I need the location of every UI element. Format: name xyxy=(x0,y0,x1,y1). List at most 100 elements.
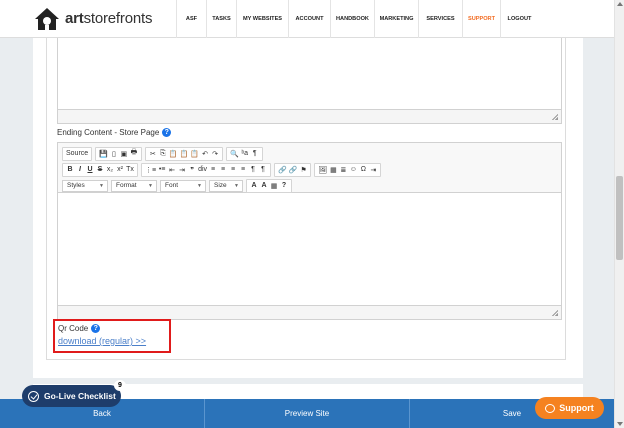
toolbar-button[interactable]: 🔗 xyxy=(288,164,299,176)
nav-item-account[interactable]: ACCOUNT xyxy=(288,0,330,38)
toolbar-button[interactable]: 📋 xyxy=(189,148,200,160)
checklist-count-badge: 9 xyxy=(114,380,126,391)
nav-item-marketing[interactable]: MARKETING xyxy=(374,0,418,38)
nav-item-asf[interactable]: ASF xyxy=(176,0,206,38)
toolbar-button[interactable]: ⋮≡ xyxy=(144,164,157,176)
toolbar-button[interactable]: ≡ xyxy=(238,164,248,176)
toolbar-group: 🖼 ▦ ≣ ☺ Ω ⇥ xyxy=(314,162,382,177)
toolbar-button[interactable]: ▯ xyxy=(109,148,119,160)
site-logo[interactable]: artstorefronts xyxy=(34,7,152,31)
toolbar-button[interactable]: ▦ xyxy=(328,164,338,176)
toolbar-button[interactable]: 🔗 xyxy=(277,164,288,176)
resize-handle-icon[interactable] xyxy=(552,310,558,316)
toolbar-button[interactable]: x² xyxy=(115,164,125,176)
toolbar-button[interactable]: ≡ xyxy=(218,164,228,176)
nav-item-logout[interactable]: LOGOUT xyxy=(500,0,538,38)
toolbar-button[interactable]: U xyxy=(85,164,95,176)
toolbar-button[interactable]: ⎘ xyxy=(158,148,168,160)
qr-download-link[interactable]: download (regular) >> xyxy=(58,336,146,346)
scroll-down-icon[interactable] xyxy=(617,422,623,426)
toolbar-button[interactable]: 📋 xyxy=(179,148,190,160)
combo-font[interactable]: Font ▼ xyxy=(160,179,206,192)
toolbar-button[interactable]: Source xyxy=(65,148,89,160)
resize-handle-icon[interactable] xyxy=(552,114,558,120)
toolbar-group: ⋮≡ •≡ ⇤ ⇥ ❞ div ≡ ≡ ≡ ≡ ¶ ¶ xyxy=(141,162,272,177)
combo-format[interactable]: Format ▼ xyxy=(111,179,157,192)
support-button[interactable]: Support xyxy=(535,397,604,419)
support-label: Support xyxy=(559,403,594,413)
chat-bubble-icon xyxy=(545,403,556,413)
combo-size[interactable]: Size ▼ xyxy=(209,179,243,192)
editor-toolbar: Source 💾 ▯ ▣ 🖶 ✂ ⎘ 📋 📋 📋 ↶ ↷ 🔍 ᵇa ¶ B I U Sx₂ x² Tx ⋮≡ •≡ ⇤ ⇥ ❞ d… xyxy=(58,143,561,193)
previous-editor-content[interactable] xyxy=(57,38,562,124)
toolbar-button[interactable]: 🔍 xyxy=(229,148,240,160)
ending-content-label: Ending Content - Store Page ? xyxy=(57,128,172,137)
nav-item-support[interactable]: SUPPORT xyxy=(462,0,500,38)
toolbar-button[interactable]: 🖶 xyxy=(129,148,139,160)
toolbar-button[interactable]: 📋 xyxy=(168,148,179,160)
chevron-down-icon: ▼ xyxy=(148,182,153,189)
toolbar-button[interactable]: ≡ xyxy=(208,164,218,176)
qr-code-label: Qr Code ? xyxy=(58,324,101,333)
top-header: artstorefronts ASF TASKS MY WEBSITES ACCOUN… xyxy=(0,0,614,38)
toolbar-button[interactable]: ? xyxy=(279,180,289,192)
scroll-thumb[interactable] xyxy=(616,176,623,260)
go-live-checklist-button[interactable]: Go-Live Checklist xyxy=(22,385,121,407)
toolbar-button[interactable]: ≡ xyxy=(228,164,238,176)
toolbar-button[interactable]: •≡ xyxy=(157,164,167,176)
toolbar-button[interactable]: ⚑ xyxy=(298,164,308,176)
combo-label: Size xyxy=(214,182,227,189)
toolbar-button[interactable]: ¶ xyxy=(250,148,260,160)
toolbar-button[interactable]: ⇥ xyxy=(368,164,378,176)
toolbar-button[interactable]: A xyxy=(259,180,269,192)
chevron-down-icon: ▼ xyxy=(197,182,202,189)
qr-code-highlight: Qr Code ? download (regular) >> xyxy=(53,319,171,353)
toolbar-group: 🔍 ᵇa ¶ xyxy=(226,146,263,161)
toolbar-button[interactable]: ☺ xyxy=(348,164,358,176)
toolbar-button[interactable]: 💾 xyxy=(98,148,109,160)
toolbar-button[interactable]: ⇥ xyxy=(177,164,187,176)
toolbar-button[interactable]: ↷ xyxy=(210,148,220,160)
nav-item-services[interactable]: SERVICES xyxy=(418,0,462,38)
toolbar-button[interactable]: ❞ xyxy=(187,164,197,176)
toolbar-button[interactable]: ᵇa xyxy=(240,148,250,160)
editor-statusbar xyxy=(58,109,561,123)
toolbar-button[interactable]: B xyxy=(65,164,75,176)
toolbar-group: 💾 ▯ ▣ 🖶 xyxy=(95,146,142,161)
nav-item-my-websites[interactable]: MY WEBSITES xyxy=(236,0,288,38)
toolbar-button[interactable]: Tx xyxy=(125,164,135,176)
toolbar-button[interactable]: A xyxy=(249,180,259,192)
help-icon[interactable]: ? xyxy=(162,128,172,137)
nav-item-tasks[interactable]: TASKS xyxy=(206,0,236,38)
toolbar-button[interactable]: S xyxy=(95,164,105,176)
toolbar-button[interactable]: x₂ xyxy=(105,164,115,176)
combo-label: Styles xyxy=(67,182,85,189)
toolbar-button[interactable]: Ω xyxy=(358,164,368,176)
check-circle-icon xyxy=(28,390,39,402)
preview-site-button[interactable]: Preview Site xyxy=(205,399,410,428)
toolbar-button[interactable]: ¶ xyxy=(248,164,258,176)
toolbar-button[interactable]: ▣ xyxy=(119,148,129,160)
toolbar-button[interactable]: div xyxy=(197,164,208,176)
toolbar-button[interactable]: 🖼 xyxy=(317,164,328,176)
page-scrollbar[interactable] xyxy=(614,0,624,428)
go-live-label: Go-Live Checklist xyxy=(44,391,116,401)
toolbar-button[interactable]: ✂ xyxy=(148,148,158,160)
ending-content-editor: Source 💾 ▯ ▣ 🖶 ✂ ⎘ 📋 📋 📋 ↶ ↷ 🔍 ᵇa ¶ B I U Sx₂ x² Tx ⋮≡ •≡ ⇤ ⇥ ❞ d… xyxy=(57,142,562,320)
editor-content-area[interactable] xyxy=(58,193,561,305)
scroll-up-icon[interactable] xyxy=(617,2,623,6)
logo-text: artstorefronts xyxy=(65,10,153,27)
toolbar-button[interactable]: ≣ xyxy=(338,164,348,176)
help-icon[interactable]: ? xyxy=(91,324,101,333)
nav-item-handbook[interactable]: HANDBOOK xyxy=(330,0,374,38)
toolbar-button[interactable]: ↶ xyxy=(200,148,210,160)
toolbar-button[interactable]: ▦ xyxy=(269,180,279,192)
toolbar-row-2: B I U Sx₂ x² Tx ⋮≡ •≡ ⇤ ⇥ ❞ div ≡ ≡ ≡ ≡ ¶ ¶ 🔗 🔗 ⚑ 🖼 ▦ ≣ ☺ Ω ⇥ xyxy=(62,162,557,177)
chevron-down-icon: ▼ xyxy=(99,182,104,189)
combo-styles[interactable]: Styles ▼ xyxy=(62,179,108,192)
combo-label: Format xyxy=(116,182,137,189)
toolbar-button[interactable]: ¶ xyxy=(258,164,268,176)
toolbar-button[interactable]: ⇤ xyxy=(167,164,177,176)
toolbar-button[interactable]: I xyxy=(75,164,85,176)
chevron-down-icon: ▼ xyxy=(234,182,239,189)
